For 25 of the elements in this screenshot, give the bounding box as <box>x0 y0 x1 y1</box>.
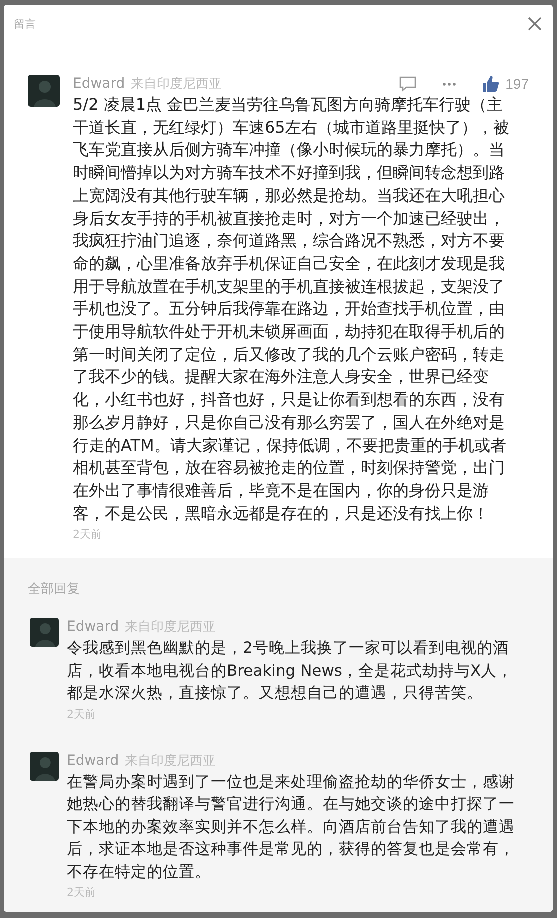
location-label: 来自印度尼西亚 <box>125 752 216 770</box>
author-name[interactable]: Edward <box>67 619 120 636</box>
avatar-icon <box>30 752 59 781</box>
reply-button[interactable] <box>398 75 417 93</box>
close-button[interactable] <box>527 16 543 32</box>
location-label: 来自印度尼西亚 <box>125 619 216 636</box>
dialog-title: 留言 <box>14 16 36 32</box>
timestamp: 2天前 <box>67 885 97 900</box>
reply-text: 令我感到黑色幽默的是，2号晚上我换了一家可以看到电视的酒店，收看本地电视台的Breaking News，全是花式劫持与X人，都是水深火热，直接惊了。又想想自己的遭遇，只得苦笑。 <box>67 638 514 704</box>
like-button[interactable]: 197 <box>482 75 529 93</box>
thumbs-up-icon <box>482 75 500 93</box>
timestamp: 2天前 <box>73 527 103 542</box>
location-label: 来自印度尼西亚 <box>131 76 222 93</box>
ellipsis-icon <box>442 82 456 86</box>
reply-text: 在警局办案时遇到了一位也是来处理偷盗抢劫的华侨女士，感谢她热心的替我翻译与警官进行沟通。在与她交谈的途中打探了一下本地的办案效率实则并不怎么样。向酒店前台告知了我的遭遇后，求证本地是否这种事件是常见的，获得的答复也是会常有，不存在特定的位置。 <box>67 772 516 883</box>
speech-bubble-icon <box>398 75 417 93</box>
comment-text: 5/2 凌晨1点 金巴兰麦当劳往乌鲁瓦图方向骑摩托车行驶（主干道长直，无红绿灯）车速65左右（城市道路里挺快了），被飞车党直接从后侧方骑车冲撞（像小时候玩的暴力摩托）。当时瞬间懵掉以为对方骑车技术不好撞到我，但瞬间转念想到路上宽阔没有其他行驶车辆，那必然是抢劫。当我还在大吼担心身后女友手持的手机被直接抢走时，对方一个加速已经驶出，我疯狂拧油门追逐，奈何道路黑，综合路况不熟悉，对方不要命的飙，心里准备放弃手机保证自己安全，在此刻才发现是我用于导航放置在手机支架里的手机直接被连根拔起，支架没了手机也没了。五分钟后我停靠在路边，开始查找手机位置，由于使用导航软件处于开机未锁屏画面，劫持犯在取得手机后的第一时间关闭了定位，后又修改了我的几个云账户密码，转走了我不少的钱。提醒大家在海外注意人身安全，世界已经变化，小红书也好，抖音也好，只是让你看到想看的东西，没有那么岁月静好，只是你自己没有那么穷罢了，国人在外绝对是行走的ATM。请大家谨记，保持低调，不要把贵重的手机或者相机甚至背包，放在容易被抢走的位置，时刻保持警觉，出门在外出了事情很难善后，毕竟不是在国内，你的身份只是游客，不是公民，黑暗永远都是存在的，只是还没有找上你！ <box>73 94 510 525</box>
close-icon <box>527 16 543 32</box>
replies-heading: 全部回复 <box>28 581 81 598</box>
avatar-icon <box>30 618 59 648</box>
more-button[interactable] <box>442 82 456 86</box>
author-name[interactable]: Edward <box>67 752 120 769</box>
author-name[interactable]: Edward <box>73 76 126 92</box>
timestamp: 2天前 <box>67 706 97 722</box>
avatar-icon <box>28 75 60 107</box>
